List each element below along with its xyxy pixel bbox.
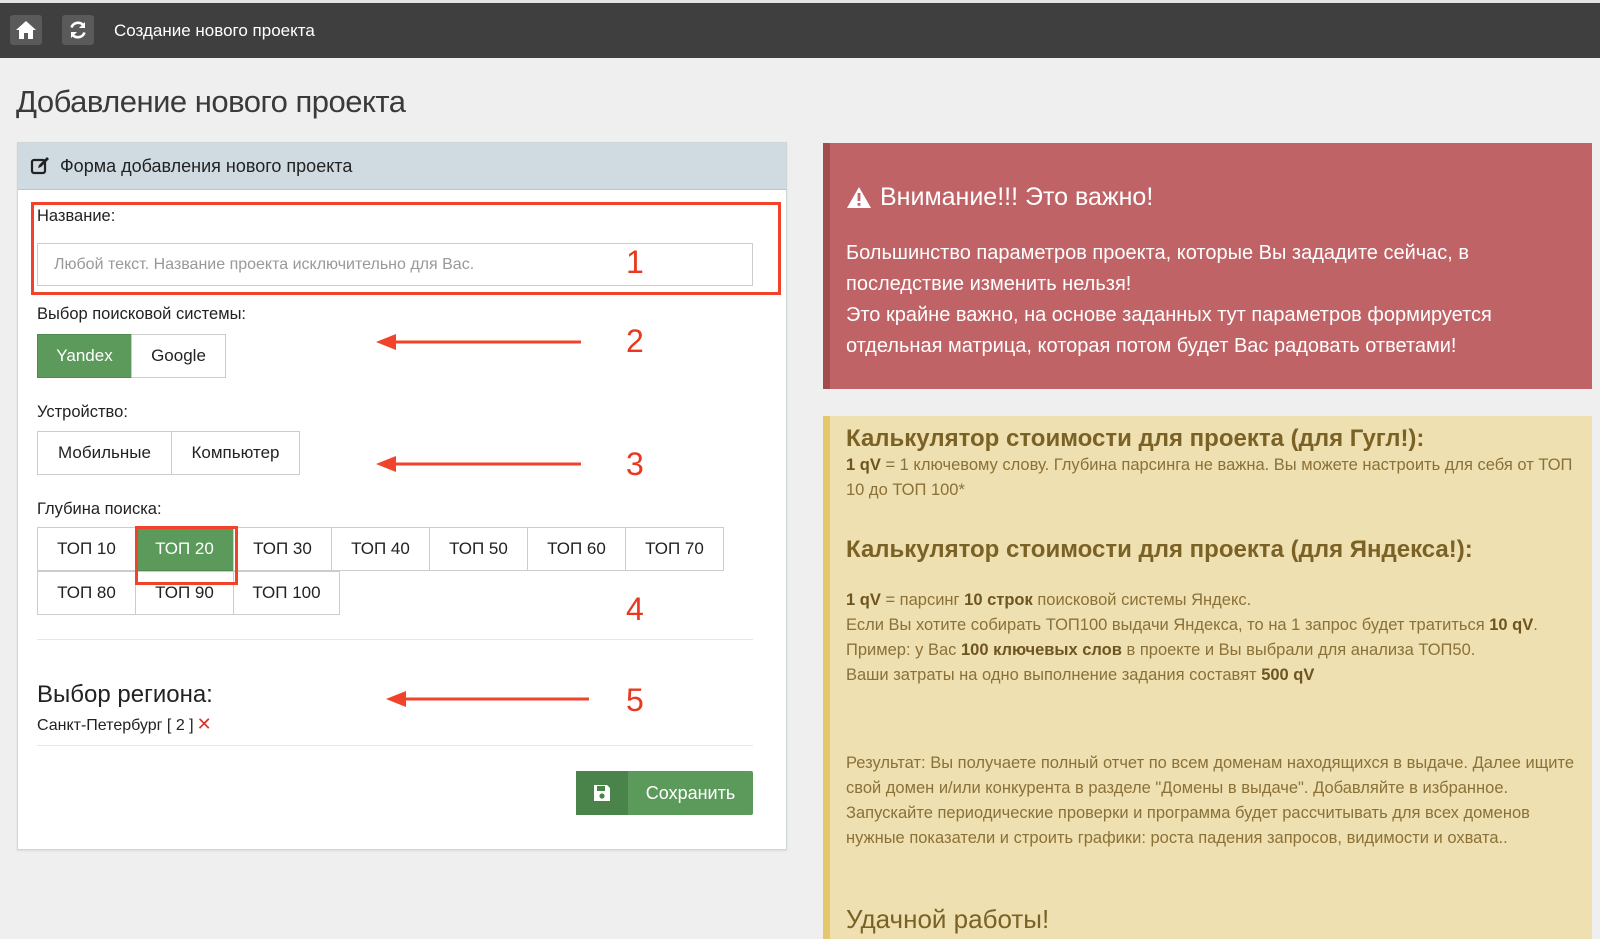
depth-top40-button[interactable]: ТОП 40 xyxy=(331,527,430,571)
save-button-label: Сохранить xyxy=(645,782,736,803)
goodbye-text: Удачной работы! xyxy=(846,904,1050,934)
engine-label: Выбор поисковой системы: xyxy=(37,305,247,323)
depth-top60-button[interactable]: ТОП 60 xyxy=(527,527,626,571)
page-title: Добавление нового проекта xyxy=(16,84,406,119)
depth-top50-button[interactable]: ТОП 50 xyxy=(429,527,528,571)
depth-top30-button[interactable]: ТОП 30 xyxy=(233,527,332,571)
annotation-number-3: 3 xyxy=(626,446,644,482)
panel-header: Форма добавления нового проекта xyxy=(18,143,786,190)
save-button[interactable]: Сохранить xyxy=(576,771,753,815)
region-value-text: Санкт-Петербург [ 2 ] xyxy=(37,717,194,734)
panel-title: Форма добавления нового проекта xyxy=(60,155,353,176)
edit-icon xyxy=(30,157,49,175)
calculator-info-alert: Калькулятор стоимости для проекта (для Г… xyxy=(823,416,1592,939)
annotation-number-2: 2 xyxy=(626,323,644,359)
google-calculator-title: Калькулятор стоимости для проекта (для Г… xyxy=(846,425,1425,452)
remove-region-icon[interactable]: ✕ xyxy=(197,714,212,734)
warning-heading: Внимание!!! Это важно! xyxy=(846,183,1153,212)
annotation-arrow-3 xyxy=(376,456,581,472)
warning-icon xyxy=(847,187,871,208)
home-button[interactable] xyxy=(10,15,42,45)
depth-top80-button[interactable]: ТОП 80 xyxy=(37,571,136,615)
depth-top70-button[interactable]: ТОП 70 xyxy=(625,527,724,571)
warning-text-2: Это крайне важно, на основе заданных тут… xyxy=(846,304,1492,357)
annotation-box-top20 xyxy=(135,526,238,585)
engine-yandex-button[interactable]: Yandex xyxy=(37,334,132,378)
device-label: Устройство: xyxy=(37,403,128,421)
annotation-number-1: 1 xyxy=(626,244,644,280)
home-icon xyxy=(16,21,36,39)
selected-region: Санкт-Петербург [ 2 ] ✕ xyxy=(37,714,212,735)
warning-text-1: Большинство параметров проекта, которые … xyxy=(846,242,1470,295)
topbar-title: Создание нового проекта xyxy=(114,21,315,40)
annotation-arrow-2 xyxy=(376,334,581,350)
top-bar: Создание нового проекта xyxy=(0,0,1600,58)
depth-top100-button[interactable]: ТОП 100 xyxy=(233,571,340,615)
yandex-calculator-text: 1 qV = парсинг 10 строк поисковой систем… xyxy=(846,591,1538,684)
annotation-number-5: 5 xyxy=(626,682,644,718)
annotation-box-name xyxy=(31,202,781,295)
annotation-number-4: 4 xyxy=(626,591,644,627)
depth-top10-button[interactable]: ТОП 10 xyxy=(37,527,136,571)
engine-google-button[interactable]: Google xyxy=(131,334,226,378)
device-mobile-button[interactable]: Мобильные xyxy=(37,431,172,475)
divider xyxy=(37,639,753,640)
refresh-icon xyxy=(70,21,86,39)
depth-label: Глубина поиска: xyxy=(37,500,162,518)
yandex-calculator-title: Калькулятор стоимости для проекта (для Я… xyxy=(846,536,1473,563)
result-text: Результат: Вы получаете полный отчет по … xyxy=(846,754,1575,847)
annotation-arrow-5 xyxy=(386,691,589,707)
refresh-button[interactable] xyxy=(62,15,94,45)
google-calculator-text: 1 qV = 1 ключевому слову. Глубина парсин… xyxy=(846,456,1573,499)
device-desktop-button[interactable]: Компьютер xyxy=(171,431,300,475)
floppy-disk-icon xyxy=(576,771,628,815)
warning-alert: Внимание!!! Это важно! Большинство парам… xyxy=(823,143,1592,389)
warning-title: Внимание!!! Это важно! xyxy=(880,183,1154,211)
region-title: Выбор региона: xyxy=(37,681,213,708)
divider xyxy=(37,745,753,746)
